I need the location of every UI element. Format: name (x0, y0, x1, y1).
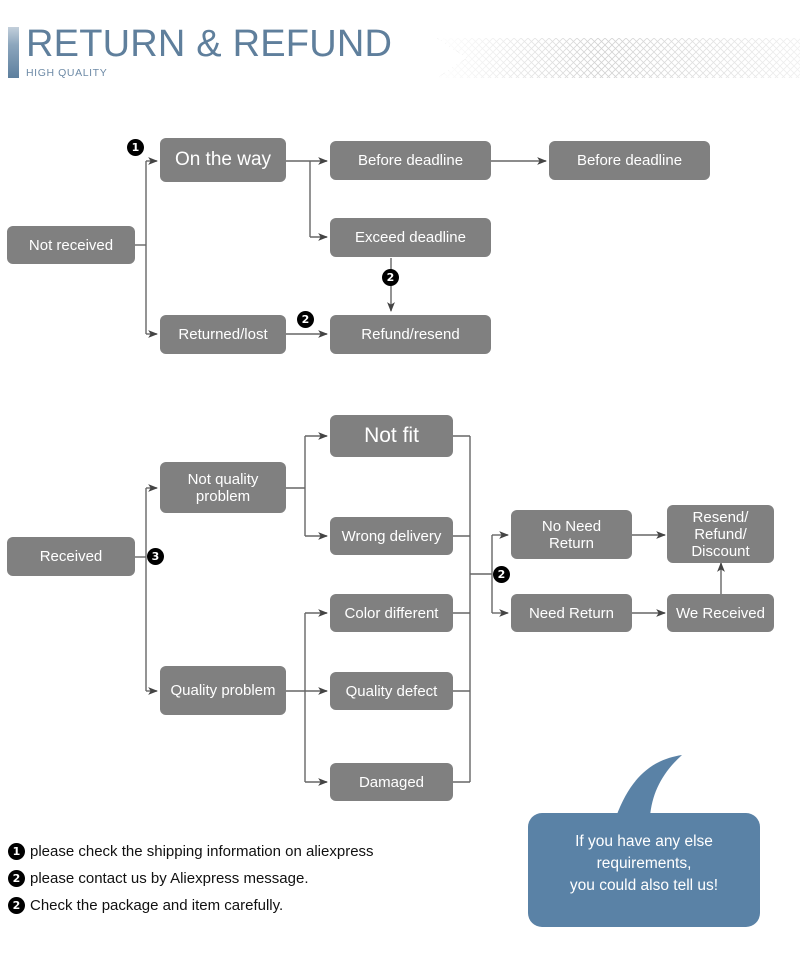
node-label: Resend/ Refund/ Discount (691, 508, 750, 560)
node-label: Wrong delivery (341, 527, 442, 545)
node-before-deadline-2[interactable]: Before deadline (549, 141, 710, 180)
header-title-block: RETURN & REFUND HIGH QUALITY (26, 22, 392, 79)
node-quality-defect[interactable]: Quality defect (330, 672, 453, 710)
header-ribbon-decoration (437, 38, 800, 78)
page-subtitle: HIGH QUALITY (26, 67, 108, 79)
node-label: Not received (28, 236, 114, 254)
node-label: Quality defect (345, 682, 438, 700)
node-not-quality-problem[interactable]: Not quality problem (160, 462, 286, 513)
step-badge-1: 1 (127, 139, 144, 156)
legend-badge: 2 (8, 897, 25, 914)
node-label: Quality problem (170, 682, 276, 699)
header-accent-bar (8, 27, 19, 78)
page-header: RETURN & REFUND HIGH QUALITY (0, 0, 800, 100)
flowchart-not-received: Not received On the way Before deadline … (0, 118, 800, 368)
node-label: Before deadline (576, 152, 683, 169)
node-label: We Received (676, 604, 765, 622)
node-color-different[interactable]: Color different (330, 594, 453, 632)
node-label: Not fit (364, 424, 419, 447)
page-root: RETURN & REFUND HIGH QUALITY Not receive… (0, 0, 800, 958)
node-no-need-return[interactable]: No Need Return (511, 510, 632, 559)
node-returned-lost[interactable]: Returned/lost (160, 315, 286, 354)
node-not-fit[interactable]: Not fit (330, 415, 453, 457)
node-on-the-way[interactable]: On the way (160, 138, 286, 182)
legend-text: Check the package and item carefully. (30, 897, 284, 914)
node-label: Before deadline (357, 152, 464, 169)
node-label: Damaged (358, 773, 425, 791)
node-label: No Need Return (541, 517, 602, 552)
node-label: Returned/lost (178, 326, 268, 343)
legend-text: please contact us by Aliexpress message. (30, 870, 309, 887)
node-quality-problem[interactable]: Quality problem (160, 666, 286, 715)
node-label: Need Return (528, 604, 615, 622)
legend-badge: 1 (8, 843, 25, 860)
step-badge-2-return-decision: 2 (493, 566, 510, 583)
node-we-received[interactable]: We Received (667, 594, 774, 632)
legend-item: 1 please check the shipping information … (8, 838, 468, 865)
node-received[interactable]: Received (7, 537, 135, 576)
legend-item: 2 Check the package and item carefully. (8, 892, 468, 919)
node-label: Refund/resend (361, 326, 460, 343)
legend-text: please check the shipping information on… (30, 843, 374, 860)
page-title: RETURN & REFUND (26, 23, 393, 65)
node-resend-refund-discount[interactable]: Resend/ Refund/ Discount (667, 505, 774, 563)
node-label: Not quality problem (187, 470, 259, 505)
legend-badge: 2 (8, 870, 25, 887)
node-not-received[interactable]: Not received (7, 226, 135, 264)
node-need-return[interactable]: Need Return (511, 594, 632, 632)
legend-list: 1 please check the shipping information … (8, 838, 468, 919)
speech-bubble: If you have any else requirements, you c… (528, 755, 760, 927)
step-badge-2-returned-lost: 2 (297, 311, 314, 328)
node-exceed-deadline[interactable]: Exceed deadline (330, 218, 491, 257)
node-label: Exceed deadline (355, 229, 466, 246)
node-damaged[interactable]: Damaged (330, 763, 453, 801)
node-refund-resend[interactable]: Refund/resend (330, 315, 491, 354)
step-badge-3-received: 3 (147, 548, 164, 565)
node-label: On the way (174, 149, 272, 170)
speech-bubble-text: If you have any else requirements, you c… (569, 833, 719, 894)
legend-item: 2 please contact us by Aliexpress messag… (8, 865, 468, 892)
node-label: Received (39, 548, 103, 565)
node-before-deadline-1[interactable]: Before deadline (330, 141, 491, 180)
step-badge-2-exceed-deadline: 2 (382, 269, 399, 286)
node-label: Color different (344, 604, 439, 622)
node-wrong-delivery[interactable]: Wrong delivery (330, 517, 453, 555)
